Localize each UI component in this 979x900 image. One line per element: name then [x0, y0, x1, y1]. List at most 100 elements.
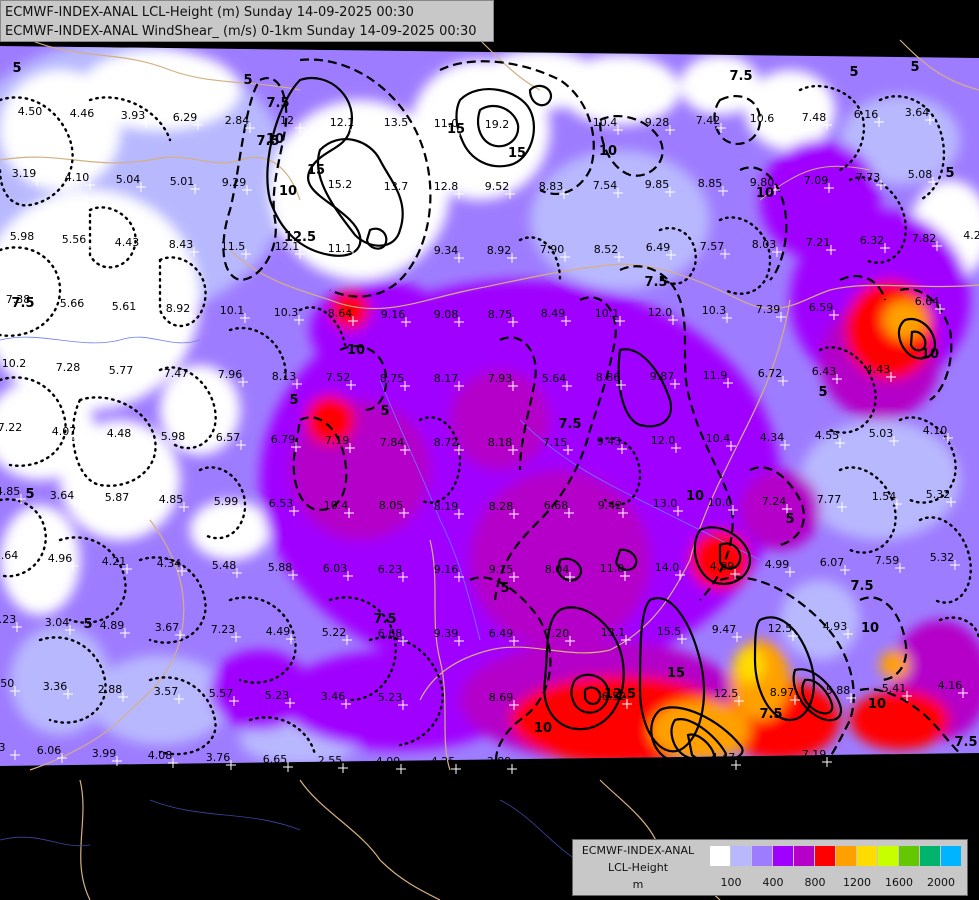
station-value: 4.96 [48, 552, 73, 565]
station-value: 6.65 [263, 753, 288, 766]
contour-label: 7.5 [266, 96, 289, 111]
station-value: 5.03 [869, 427, 894, 440]
station-value: 6.23 [378, 563, 403, 576]
station-value: 9.43 [597, 435, 622, 448]
station-value: 4.85 [0, 485, 20, 498]
station-value: 9.85 [645, 178, 670, 191]
station-value: 9.29 [222, 176, 247, 189]
station-value: 8.69 [489, 691, 514, 704]
station-value: 7.47 [164, 367, 189, 380]
station-value: 3.67 [155, 621, 180, 634]
station-value: 9.16 [434, 563, 459, 576]
station-value: 8.75 [488, 308, 513, 321]
station-value: 10.6 [750, 112, 775, 125]
station-value: 7.48 [802, 111, 827, 124]
station-value: 1.54 [872, 490, 897, 503]
station-value: 8.13 [272, 370, 297, 383]
station-value: 5.77 [109, 364, 134, 377]
station-value: 6.68 [378, 627, 403, 640]
legend-tick-label: 100 [720, 876, 742, 889]
station-value: 7.57 [700, 240, 725, 253]
station-value: 8.64 [328, 307, 353, 320]
station-value: 10.1 [595, 307, 620, 320]
map-title-box: ECMWF-INDEX-ANAL LCL-Height (m) Sunday 1… [0, 0, 494, 42]
title-line-lcl: ECMWF-INDEX-ANAL LCL-Height (m) Sunday 1… [5, 5, 414, 20]
contour-label: 7.5 [558, 417, 581, 432]
contour-label: 12.5 [604, 687, 636, 702]
station-value: 3.64 [905, 106, 930, 119]
station-value: 4.85 [159, 493, 184, 506]
station-value: 6.72 [758, 367, 783, 380]
contour-label: 15 [667, 666, 685, 681]
station-value: 8.92 [166, 302, 191, 315]
station-value: 7.28 [56, 361, 81, 374]
station-value: 4.47 [711, 751, 736, 764]
station-value: 4.93 [823, 620, 848, 633]
contour-label: 5 [380, 404, 389, 419]
station-value: 3.50 [0, 677, 14, 690]
contour-label: 5 [289, 393, 298, 408]
station-value: 7.59 [875, 554, 900, 567]
contour-label: 5 [849, 65, 858, 80]
station-value: 6.68 [544, 499, 569, 512]
station-value: 9.16 [381, 308, 406, 321]
station-value: 3.23 [0, 613, 16, 626]
station-value: 2.88 [98, 683, 123, 696]
legend-title-model: ECMWF-INDEX-ANAL [581, 844, 695, 857]
legend-tick-label: 400 [762, 876, 784, 889]
contour-label: 7.5 [759, 707, 782, 722]
station-value: 6.53 [269, 497, 294, 510]
station-value: 8.43 [169, 238, 194, 251]
station-value: 3.64 [50, 489, 75, 502]
station-value: 9.28 [645, 116, 670, 129]
station-value: 7.90 [540, 243, 565, 256]
station-value: 9.87 [650, 370, 675, 383]
station-value: 3.57 [154, 685, 179, 698]
station-value: 11.1 [328, 242, 353, 255]
legend-swatch [794, 846, 814, 866]
contour-label: 15 [508, 146, 526, 161]
contour-label: 7.5 [729, 69, 752, 84]
contour-label: 5 [785, 512, 794, 527]
station-value: 10.3 [702, 304, 727, 317]
station-value: 7.96 [218, 368, 243, 381]
station-value: 7.54 [593, 179, 618, 192]
weather-map: 4.50 4.46 3.93 6.29 2.84 12 12.1 13.5 11.0 19.2 10… [0, 0, 979, 900]
contour-label: 7.5 [373, 612, 396, 627]
station-value: 10.3 [274, 306, 299, 319]
station-value: 8.18 [488, 436, 513, 449]
station-value: 7.73 [856, 171, 881, 184]
station-value: 6.57 [216, 431, 241, 444]
station-value: 5.41 [882, 682, 907, 695]
station-value: 7.19 [802, 748, 827, 761]
station-value: 4.89 [100, 619, 125, 632]
station-value: 7.24 [762, 495, 787, 508]
contour-label: 5 [945, 166, 954, 181]
station-value: 6.32 [860, 234, 885, 247]
station-value: 5.32 [926, 488, 951, 501]
contour-label: 10 [279, 184, 297, 199]
station-value: 4.48 [107, 427, 132, 440]
station-value: 8.19 [434, 500, 459, 513]
station-value: 12.5 [768, 622, 793, 635]
station-value: 8.17 [434, 372, 459, 385]
station-value: 5.66 [60, 297, 85, 310]
legend-title-variable: LCL-Height [607, 861, 669, 874]
station-value: 3.04 [45, 616, 70, 629]
station-value: 12.8 [434, 180, 459, 193]
station-value: 4.99 [765, 558, 790, 571]
station-value: 6.49 [489, 627, 514, 640]
station-value: 9.34 [434, 244, 459, 257]
station-value: 2.84 [225, 114, 250, 127]
station-value: 12.0 [648, 306, 673, 319]
legend-swatch [710, 846, 730, 866]
station-value: 8.72 [434, 436, 459, 449]
legend-swatch [941, 846, 961, 866]
station-value: 2.55 [318, 754, 343, 767]
contour-label: 5 [500, 581, 509, 596]
station-value: 5.48 [212, 559, 237, 572]
station-value: 4.50 [18, 105, 43, 118]
station-value: 6.49 [646, 241, 671, 254]
station-value: 3.93 [121, 109, 146, 122]
contour-label: 10 [347, 343, 365, 358]
